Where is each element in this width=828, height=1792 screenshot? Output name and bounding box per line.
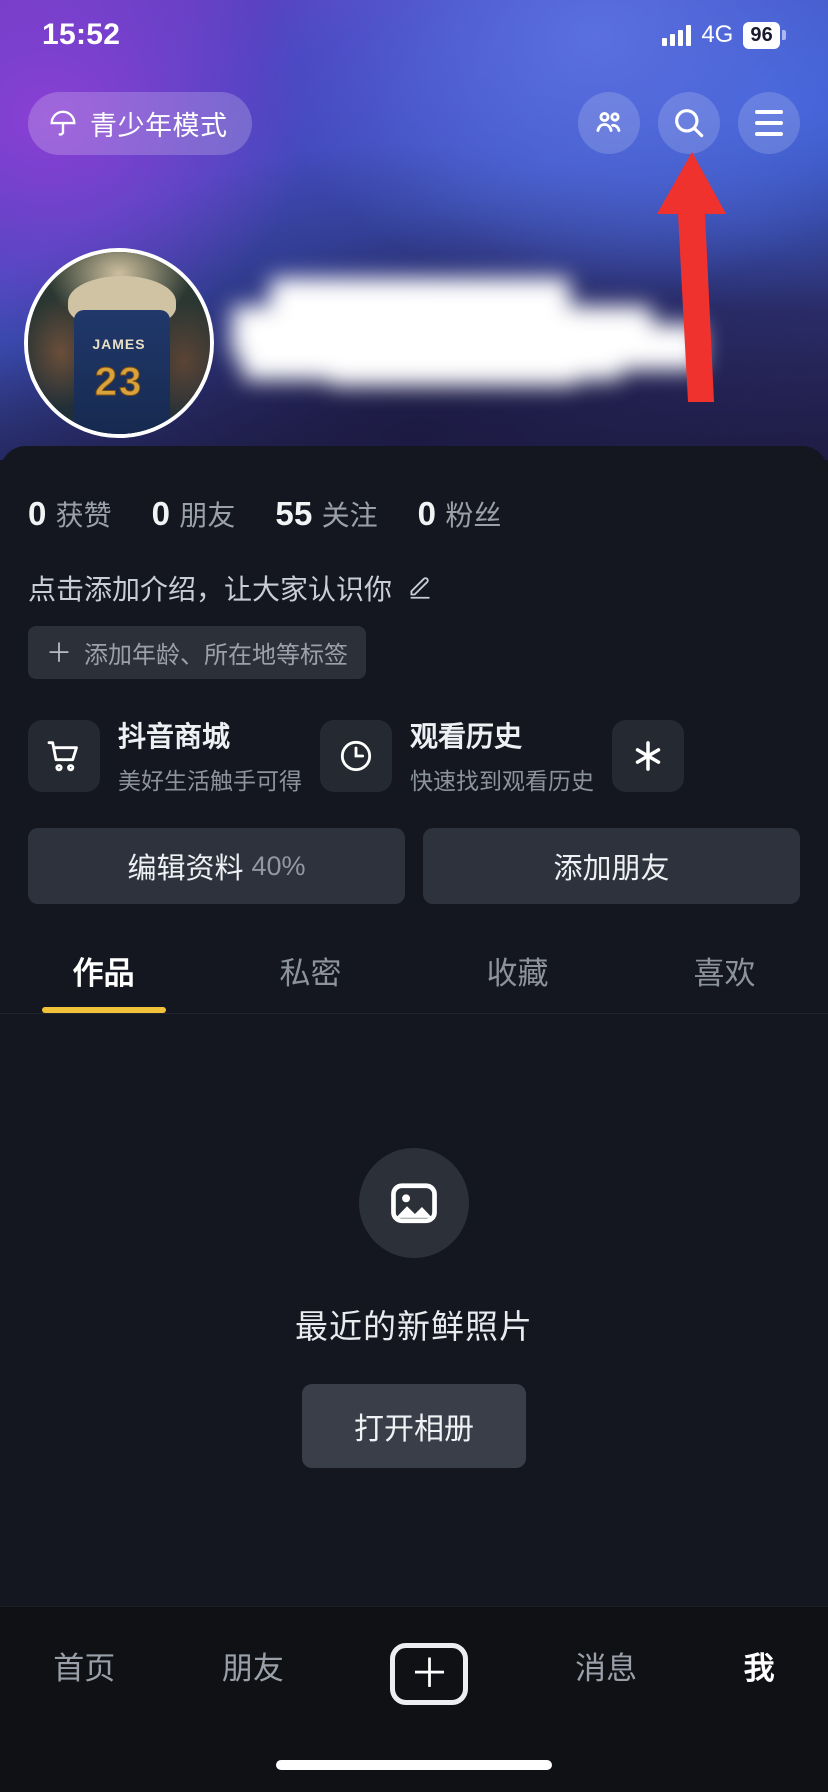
bottom-nav-bar: 首页 朋友 ＋ 消息 我 [0,1606,828,1792]
search-button[interactable] [658,92,720,154]
stat-value: 55 [275,495,313,532]
empty-state: 最近的新鲜照片 打开相册 [0,1014,828,1468]
shortcut-subtitle: 快速找到观看历史 [410,768,594,794]
tab-likes[interactable]: 喜欢 [621,948,828,1013]
tab-label: 喜欢 [693,956,756,991]
profile-body: 0 获赞 0 朋友 55 关注 0 粉丝 点击添加介绍，让大家认识你 ＋ 添加年… [0,446,828,1792]
shortcut-card-history[interactable]: 观看历史 快速找到观看历史 [320,715,594,796]
shortcut-subtitle: 美好生活触手可得 [118,768,302,794]
avatar-jersey-name: JAMES [92,336,146,352]
stat-value: 0 [417,495,437,532]
shortcut-text: 观看历史 快速找到观看历史 [410,715,594,796]
avatar[interactable]: JAMES 23 [24,248,214,438]
battery-icon: 96 [743,21,786,49]
teen-mode-label: 青少年模式 [90,110,228,141]
edit-profile-percent: 40% [251,850,306,881]
battery-percent-label: 96 [743,21,780,49]
shortcut-cards: 抖音商城 美好生活触手可得 观看历史 快速找到观看历史 [0,679,828,796]
clock-icon [340,740,372,771]
bio-placeholder: 点击添加介绍，让大家认识你 [28,574,393,605]
tab-works[interactable]: 作品 [0,948,207,1013]
tab-label: 作品 [72,956,135,991]
pencil-icon [410,577,430,599]
stat-value: 0 [151,495,171,532]
top-bar-actions [578,92,800,154]
status-bar-time: 15:52 [42,18,121,51]
stat-label: 粉丝 [445,500,502,531]
image-placeholder-icon [391,1183,437,1224]
stat-friends[interactable]: 0 朋友 [152,494,236,534]
shortcut-title: 观看历史 [410,721,523,752]
teen-mode-button[interactable]: 青少年模式 [28,91,252,155]
shortcut-icon-wrap [320,719,392,792]
add-tag-button[interactable]: ＋ 添加年龄、所在地等标签 [28,626,367,679]
add-friend-label: 添加朋友 [553,853,670,885]
nav-item-home[interactable]: 首页 [53,1643,115,1688]
tab-favorites[interactable]: 收藏 [414,948,621,1013]
status-bar-indicators: 4G 96 [662,21,786,49]
display-name-blurred [232,262,702,386]
tab-label: 私密 [279,956,342,991]
empty-state-title: 最近的新鲜照片 [295,1308,533,1345]
shortcut-icon-wrap [612,719,684,792]
shortcut-icon-wrap [28,719,100,792]
home-indicator [276,1760,552,1770]
add-friend-button[interactable]: 添加朋友 [423,828,800,904]
profile-top-bar: 青少年模式 [0,91,828,155]
shortcut-text: 抖音商城 美好生活触手可得 [118,715,302,796]
douyin-profile-screen: 15:52 4G 96 青少年模式 JAMES 23 0 获赞 0 朋友 55 … [0,0,828,1792]
open-album-button[interactable]: 打开相册 [302,1384,526,1468]
shortcut-card-mall[interactable]: 抖音商城 美好生活触手可得 [28,715,302,796]
stat-likes[interactable]: 0 获赞 [28,494,112,534]
plus-icon: ＋ [46,637,73,668]
menu-button[interactable] [738,92,800,154]
bio-row[interactable]: 点击添加介绍，让大家认识你 [0,534,828,608]
shopping-cart-icon [47,740,78,771]
nav-item-messages[interactable]: 消息 [575,1643,637,1688]
cellular-signal-icon [662,24,692,46]
content-tabs: 作品 私密 收藏 喜欢 [0,904,828,1013]
profile-stats: 0 获赞 0 朋友 55 关注 0 粉丝 [0,446,828,534]
battery-cap [782,30,786,40]
edit-profile-button[interactable]: 编辑资料 40% [28,828,405,904]
empty-state-icon-wrap [359,1148,469,1258]
stat-label: 朋友 [179,500,236,531]
search-icon [675,109,704,138]
douyin-star-icon [635,740,661,771]
edit-profile-label: 编辑资料 [127,853,244,885]
avatar-jersey-number: 23 [94,360,144,405]
avatar-image: JAMES 23 [24,248,214,438]
tab-label: 收藏 [486,956,549,991]
status-bar: 15:52 4G 96 [0,0,828,70]
profile-action-buttons: 编辑资料 40% 添加朋友 [0,796,828,904]
menu-icon [755,110,783,136]
umbrella-icon [50,110,76,136]
stat-label: 获赞 [55,500,112,531]
shortcut-title: 抖音商城 [118,721,231,752]
shortcut-card-douyin[interactable] [612,715,684,796]
nav-item-create[interactable]: ＋ [390,1643,469,1705]
stat-following[interactable]: 55 关注 [275,494,377,534]
network-type-label: 4G [701,21,734,48]
tab-private[interactable]: 私密 [207,948,414,1013]
tag-row: ＋ 添加年龄、所在地等标签 [0,608,828,679]
stat-value: 0 [28,495,47,532]
stat-label: 关注 [321,500,378,531]
stat-followers[interactable]: 0 粉丝 [418,494,502,534]
friends-icon [596,111,621,132]
annotation-arrow [657,152,726,402]
add-tag-label: 添加年龄、所在地等标签 [84,642,349,669]
friends-button[interactable] [578,92,640,154]
nav-item-friends[interactable]: 朋友 [222,1643,284,1688]
nav-item-me[interactable]: 我 [744,1643,775,1688]
